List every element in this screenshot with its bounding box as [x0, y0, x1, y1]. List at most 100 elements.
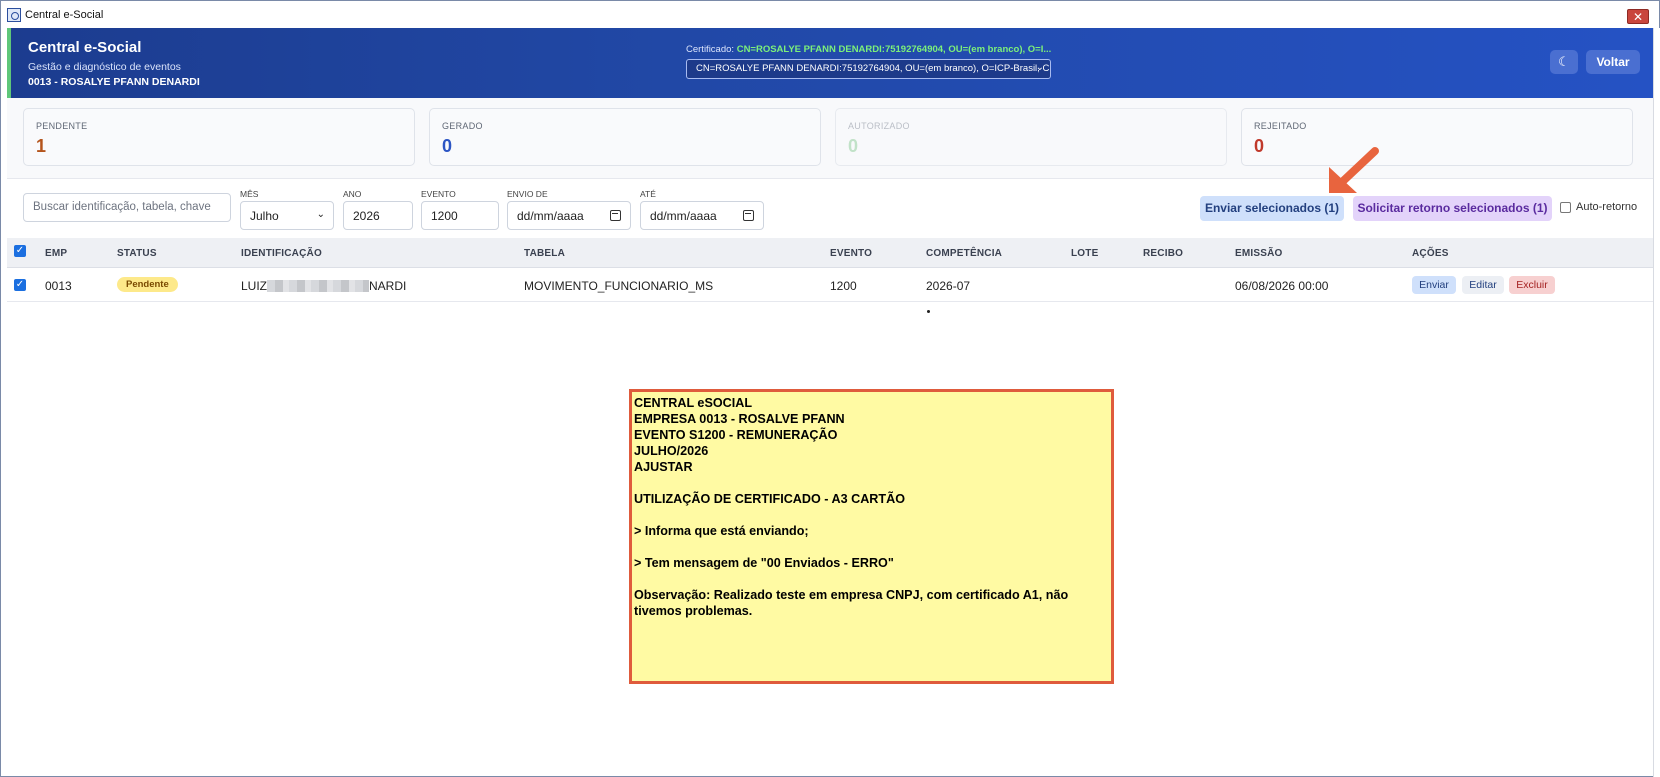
calendar-icon[interactable]: [743, 210, 754, 221]
chevron-down-icon: ⌄: [1035, 62, 1044, 73]
note-line: AJUSTAR: [634, 460, 693, 474]
column-header-tabela[interactable]: TABELA: [524, 248, 565, 259]
column-header-emissao[interactable]: EMISSÃO: [1235, 248, 1283, 259]
moon-icon: ☾: [1558, 54, 1570, 69]
auto-return-label: Auto-retorno: [1576, 201, 1638, 213]
table-row[interactable]: ✓ 0013 Pendente LUIZ NARDI MOVIMENTO_FUNC…: [7, 268, 1653, 302]
note-line: JULHO/2026: [634, 444, 709, 458]
column-header-identificacao[interactable]: IDENTIFICAÇÃO: [241, 248, 322, 259]
back-button[interactable]: Voltar: [1586, 50, 1640, 74]
note-line: [634, 507, 1111, 523]
column-header-lote[interactable]: LOTE: [1071, 248, 1098, 259]
from-date-placeholder: dd/mm/aaaa: [517, 209, 584, 223]
delete-button[interactable]: Excluir: [1509, 276, 1555, 294]
cell-emissao: 06/08/2026 00:00: [1235, 279, 1329, 293]
stat-label: REJEITADO: [1254, 121, 1307, 131]
column-header-acoes: AÇÕES: [1412, 248, 1449, 259]
note-line: Observação: Realizado teste em empresa C…: [634, 588, 1069, 602]
cell-identificacao: LUIZ NARDI: [241, 279, 406, 293]
cursor-dot: [927, 310, 930, 313]
year-label: ANO: [343, 189, 362, 199]
certificate-select[interactable]: CN=ROSALYE PFANN DENARDI:75192764904, OU…: [686, 59, 1051, 79]
stat-value: 0: [442, 136, 453, 156]
note-line: EMPRESA 0013 - ROSALVE PFANN: [634, 412, 845, 426]
theme-toggle-button[interactable]: ☾: [1550, 50, 1578, 74]
month-select[interactable]: Julho ⌄: [240, 201, 334, 230]
certificate-info: Certificado: CN=ROSALYE PFANN DENARDI:75…: [686, 44, 1051, 55]
stat-card-rejeitado[interactable]: REJEITADO 0: [1241, 108, 1633, 166]
page-header: Central e-Social Gestão e diagnóstico de…: [7, 28, 1653, 98]
row-checkbox[interactable]: ✓: [14, 279, 26, 291]
page-title: Central e-Social: [28, 39, 142, 56]
stat-label: GERADO: [442, 121, 483, 131]
note-line: tivemos problemas.: [634, 604, 753, 618]
note-line: UTILIZAÇÃO DE CERTIFICADO - A3 CARTÃO: [634, 492, 905, 506]
stat-value: 0: [848, 136, 859, 156]
from-date-input[interactable]: dd/mm/aaaa: [507, 201, 631, 230]
from-date-label: ENVIO DE: [507, 189, 548, 199]
select-all-checkbox[interactable]: ✓: [14, 245, 26, 257]
column-header-competencia[interactable]: COMPETÊNCIA: [926, 248, 1002, 259]
cell-emp: 0013: [45, 279, 72, 293]
checkbox-unchecked-icon[interactable]: [1560, 201, 1571, 213]
event-input[interactable]: 1200: [421, 201, 499, 230]
window-titlebar: Central e-Social ✕: [1, 1, 1659, 28]
annotation-arrow-icon: [1329, 147, 1379, 193]
certificate-select-value: CN=ROSALYE PFANN DENARDI:75192764904, OU…: [696, 63, 1050, 74]
page-subtitle: Gestão e diagnóstico de eventos: [28, 61, 181, 73]
note-line: > Tem mensagem de "00 Enviados - ERRO": [634, 556, 894, 570]
note-line: CENTRAL eSOCIAL: [634, 396, 753, 410]
cell-competencia: 2026-07: [926, 279, 971, 293]
month-label: MÊS: [240, 189, 259, 199]
calendar-icon[interactable]: [610, 210, 621, 221]
note-line: EVENTO S1200 - REMUNERAÇÃO: [634, 428, 838, 442]
window-close-button[interactable]: ✕: [1627, 9, 1649, 24]
table-header: ✓ EMP STATUS IDENTIFICAÇÃO TABELA EVENTO…: [7, 238, 1653, 268]
stat-label: AUTORIZADO: [848, 121, 910, 131]
event-label: EVENTO: [421, 189, 456, 199]
certificate-label: Certificado:: [686, 44, 735, 55]
send-selected-button[interactable]: Enviar selecionados (1): [1200, 196, 1344, 221]
status-summary: PENDENTE 1 GERADO 0 AUTORIZADO 0 REJEITA…: [7, 98, 1653, 178]
identificacao-prefix: LUIZ: [241, 279, 268, 293]
cell-evento: 1200: [830, 279, 857, 293]
to-date-label: ATÉ: [640, 189, 656, 199]
stat-card-pendente[interactable]: PENDENTE 1: [23, 108, 415, 166]
note-line: [634, 571, 1111, 587]
stat-value: 0: [1254, 136, 1265, 156]
send-button[interactable]: Enviar: [1412, 276, 1456, 294]
request-return-selected-button[interactable]: Solicitar retorno selecionados (1): [1353, 196, 1552, 221]
chevron-down-icon: ⌄: [316, 209, 325, 220]
company-name: 0013 - ROSALYE PFANN DENARDI: [28, 76, 200, 88]
auto-return-checkbox[interactable]: Auto-retorno: [1560, 201, 1637, 213]
events-table: ✓ EMP STATUS IDENTIFICAÇÃO TABELA EVENTO…: [7, 238, 1653, 302]
filter-bar: Buscar identificação, tabela, chave MÊS …: [7, 178, 1653, 238]
identificacao-suffix: NARDI: [369, 279, 407, 293]
to-date-input[interactable]: dd/mm/aaaa: [640, 201, 764, 230]
column-header-status[interactable]: STATUS: [117, 248, 157, 259]
stat-card-autorizado[interactable]: AUTORIZADO 0: [835, 108, 1227, 166]
app-logo-icon: [7, 7, 21, 22]
note-line: [634, 539, 1111, 555]
redacted-text: [267, 280, 370, 292]
month-value: Julho: [250, 209, 279, 223]
note-line: > Informa que está enviando;: [634, 524, 809, 538]
status-badge: Pendente: [117, 277, 178, 292]
stat-value: 1: [36, 136, 47, 156]
column-header-emp[interactable]: EMP: [45, 248, 67, 259]
scrollbar-track[interactable]: [1653, 28, 1660, 777]
app-window: Central e-Social ✕ Central e-Social Gest…: [0, 0, 1660, 777]
note-line: [634, 475, 1111, 491]
search-input[interactable]: Buscar identificação, tabela, chave: [23, 193, 231, 222]
edit-button[interactable]: Editar: [1462, 276, 1504, 294]
stat-card-gerado[interactable]: GERADO 0: [429, 108, 821, 166]
column-header-evento[interactable]: EVENTO: [830, 248, 872, 259]
window-title: Central e-Social: [25, 8, 104, 21]
cell-tabela: MOVIMENTO_FUNCIONARIO_MS: [524, 279, 714, 293]
to-date-placeholder: dd/mm/aaaa: [650, 209, 717, 223]
column-header-recibo[interactable]: RECIBO: [1143, 248, 1183, 259]
annotation-note: CENTRAL eSOCIAL EMPRESA 0013 - ROSALVE P…: [629, 389, 1114, 684]
certificate-value: CN=ROSALYE PFANN DENARDI:75192764904, OU…: [736, 44, 1052, 55]
year-input[interactable]: 2026: [343, 201, 413, 230]
stat-label: PENDENTE: [36, 121, 88, 131]
